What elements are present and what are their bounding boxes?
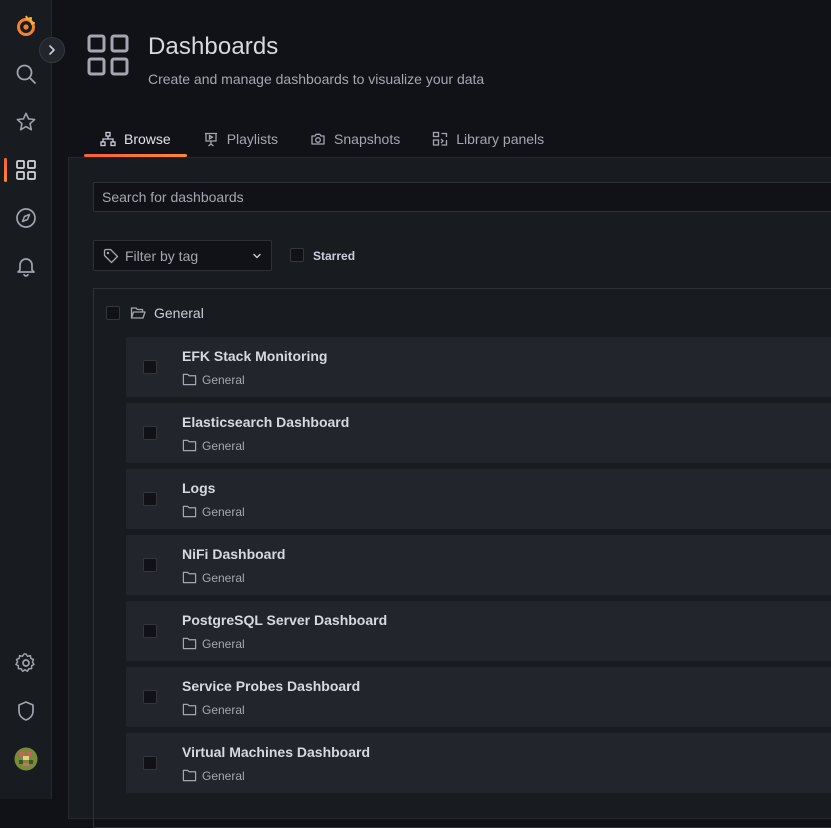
- dashboard-title[interactable]: Virtual Machines Dashboard: [182, 744, 370, 760]
- compass-icon[interactable]: [0, 198, 51, 238]
- sidebar: [0, 0, 52, 799]
- shield-icon[interactable]: [0, 691, 51, 731]
- folder-label: General: [154, 305, 204, 321]
- dashboard-title[interactable]: NiFi Dashboard: [182, 546, 285, 562]
- expand-sidebar-button[interactable]: [39, 37, 65, 63]
- dashboard-title[interactable]: EFK Stack Monitoring: [182, 348, 327, 364]
- dashboard-folder-label: General: [202, 372, 245, 387]
- avatar[interactable]: [0, 739, 51, 779]
- dashboard-row[interactable]: EFK Stack Monitoring General: [126, 337, 831, 397]
- dashboard-checkbox[interactable]: [143, 558, 157, 572]
- folder-icon: [182, 768, 197, 783]
- folder-checkbox[interactable]: [106, 306, 120, 320]
- dashboard-checkbox[interactable]: [143, 624, 157, 638]
- dashboard-row[interactable]: Virtual Machines Dashboard General: [126, 733, 831, 793]
- dashboard-title[interactable]: Service Probes Dashboard: [182, 678, 360, 694]
- tab-snapshots-label: Snapshots: [334, 131, 401, 147]
- presentation-icon: [203, 131, 219, 147]
- library-panel-icon: [432, 131, 448, 147]
- folder-icon: [182, 504, 197, 519]
- folder-icon: [182, 636, 197, 651]
- tag-filter-label: Filter by tag: [125, 247, 199, 264]
- dashboards-page-icon: [86, 33, 130, 82]
- search-input[interactable]: [93, 182, 831, 212]
- dashboards-icon[interactable]: [0, 150, 51, 190]
- gear-icon[interactable]: [0, 643, 51, 683]
- dashboard-folder: General: [182, 372, 245, 387]
- sitemap-icon: [100, 131, 116, 147]
- folder-icon: [182, 570, 197, 585]
- tag-filter-select[interactable]: Filter by tag: [93, 240, 272, 271]
- dashboard-folder: General: [182, 504, 245, 519]
- dashboard-folder-label: General: [202, 570, 245, 585]
- starred-label: Starred: [313, 249, 356, 263]
- dashboard-row[interactable]: Elasticsearch Dashboard General: [126, 403, 831, 463]
- chevron-right-icon: [49, 45, 55, 55]
- tab-playlists[interactable]: Playlists: [187, 122, 294, 156]
- dashboard-folder-label: General: [202, 702, 245, 717]
- tab-bar: Browse Playlists Snapshots Library panel…: [84, 122, 560, 157]
- camera-icon: [310, 131, 326, 147]
- dashboard-row[interactable]: Logs General: [126, 469, 831, 529]
- dashboard-folder-label: General: [202, 768, 245, 783]
- dashboard-checkbox[interactable]: [143, 492, 157, 506]
- chevron-down-icon: [252, 251, 262, 261]
- dashboard-checkbox[interactable]: [143, 690, 157, 704]
- dashboard-folder-label: General: [202, 504, 245, 519]
- tab-playlists-label: Playlists: [226, 131, 279, 147]
- tab-library-panels[interactable]: Library panels: [416, 122, 560, 156]
- starred-checkbox[interactable]: [290, 248, 304, 262]
- tag-icon: [103, 248, 119, 264]
- folder-icon: [182, 372, 197, 387]
- folder-open-icon: [130, 305, 146, 321]
- dashboard-folder: General: [182, 438, 245, 453]
- page-subtitle: Create and manage dashboards to visualiz…: [148, 71, 485, 87]
- dashboard-row[interactable]: PostgreSQL Server Dashboard General: [126, 601, 831, 661]
- tab-browse-label: Browse: [124, 131, 171, 147]
- dashboard-folder: General: [182, 636, 245, 651]
- tab-browse[interactable]: Browse: [84, 122, 187, 157]
- dashboard-folder-label: General: [202, 438, 245, 453]
- dashboard-folder: General: [182, 702, 245, 717]
- tab-library-panels-label: Library panels: [456, 131, 545, 147]
- dashboard-checkbox[interactable]: [143, 426, 157, 440]
- dashboard-folder-label: General: [202, 636, 245, 651]
- dashboard-checkbox[interactable]: [143, 756, 157, 770]
- dashboard-row[interactable]: Service Probes Dashboard General: [126, 667, 831, 727]
- dashboard-title[interactable]: Elasticsearch Dashboard: [182, 414, 349, 430]
- dashboard-folder: General: [182, 768, 245, 783]
- folder-row-general[interactable]: General: [106, 302, 204, 324]
- folder-icon: [182, 702, 197, 717]
- dashboard-folder: General: [182, 570, 245, 585]
- page-title: Dashboards: [148, 33, 279, 60]
- dashboard-checkbox[interactable]: [143, 360, 157, 374]
- dashboard-row[interactable]: NiFi Dashboard General: [126, 535, 831, 595]
- tab-snapshots[interactable]: Snapshots: [294, 122, 416, 156]
- bell-icon[interactable]: [0, 246, 51, 286]
- dashboard-title[interactable]: Logs: [182, 480, 215, 496]
- folder-icon: [182, 438, 197, 453]
- star-icon[interactable]: [0, 102, 51, 142]
- dashboard-title[interactable]: PostgreSQL Server Dashboard: [182, 612, 387, 628]
